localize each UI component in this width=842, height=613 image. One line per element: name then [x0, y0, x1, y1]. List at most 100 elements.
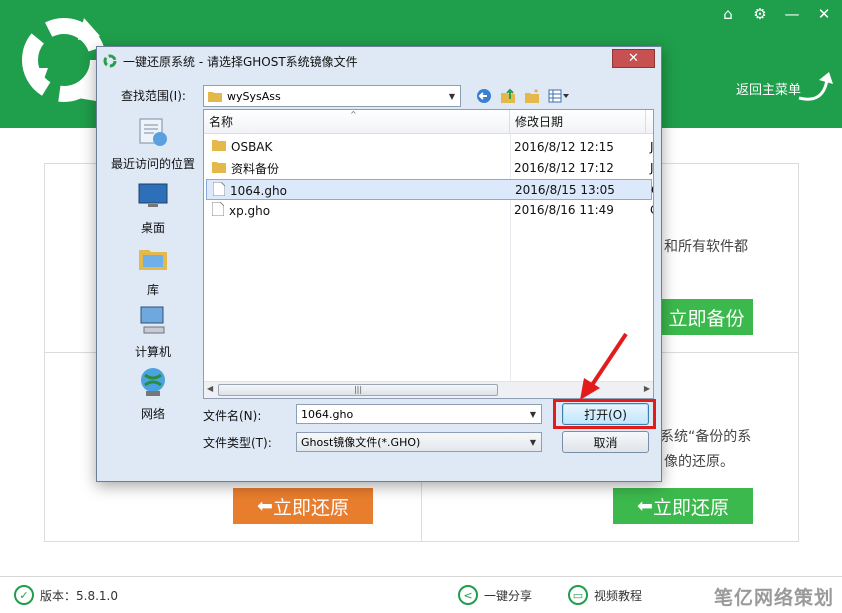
desktop-icon	[136, 179, 170, 219]
app-window: 一键 ⌂ ⚙ — ✕ 返回主菜单 和所有软件都 立即备份 系统“备份的系 像的还…	[0, 0, 842, 613]
sort-up-icon: ^	[350, 110, 357, 119]
home-icon: ⌂	[723, 5, 733, 23]
file-row[interactable]: 资料备份 2016/8/12 17:12 J	[206, 158, 654, 179]
dialog-close-button[interactable]: ✕	[612, 49, 655, 68]
new-folder-icon: *	[525, 88, 539, 103]
column-header-name[interactable]: 名称 ^	[204, 110, 510, 134]
place-network[interactable]: 网络	[105, 365, 201, 422]
column-date-label: 修改日期	[515, 115, 564, 129]
settings-button[interactable]: ⚙	[744, 0, 776, 28]
place-label: 桌面	[140, 221, 165, 235]
restore-now-button-left[interactable]: ⬅ 立即还原	[233, 488, 373, 524]
arrow-left-icon: ⬅	[637, 495, 653, 517]
network-icon	[136, 365, 170, 405]
back-label: 返回主菜单	[736, 82, 802, 98]
filename-input[interactable]: 1064.gho ▼	[296, 404, 542, 424]
file-type-truncated: G	[651, 183, 653, 197]
restore-label-right: 立即还原	[652, 496, 729, 519]
file-date: 2016/8/15 13:05	[515, 183, 615, 197]
new-folder-button[interactable]: *	[523, 87, 541, 105]
app-small-icon	[103, 54, 117, 68]
up-folder-icon	[501, 88, 515, 103]
filename-label: 文件名(N):	[203, 409, 262, 423]
file-name: OSBAK	[231, 139, 273, 154]
place-label: 库	[146, 283, 159, 297]
up-folder-button[interactable]	[499, 87, 517, 105]
restore-now-button-right[interactable]: ⬅ 立即还原	[613, 488, 753, 524]
filetype-value: Ghost镜像文件(*.GHO)	[301, 436, 421, 449]
backup-now-button[interactable]: 立即备份	[660, 299, 753, 335]
column-name-label: 名称	[209, 115, 234, 129]
place-label: 计算机	[134, 345, 171, 359]
file-date: 2016/8/16 11:49	[514, 203, 614, 217]
folder-icon	[212, 161, 226, 176]
file-type-truncated: G	[650, 203, 653, 217]
place-library[interactable]: 库	[105, 241, 201, 298]
file-icon	[211, 201, 225, 219]
arrow-left-icon: ⬅	[257, 495, 273, 517]
info-icon: ✓	[14, 585, 34, 605]
home-button[interactable]: ⌂	[712, 0, 744, 28]
filetype-dropdown[interactable]: Ghost镜像文件(*.GHO) ▼	[296, 432, 542, 452]
file-name: xp.gho	[229, 203, 271, 218]
place-label: 网络	[140, 407, 165, 421]
version-info: ✓ 版本：5.8.1.0	[14, 585, 118, 605]
file-date: 2016/8/12 12:15	[514, 140, 614, 154]
computer-icon	[136, 303, 170, 343]
back-arrow-icon	[798, 72, 834, 101]
scrollbar-thumb[interactable]: |||	[218, 384, 498, 396]
watermark: 笔亿网络策划	[713, 587, 834, 609]
minimize-icon: —	[784, 5, 800, 23]
folder-icon	[208, 92, 222, 102]
close-icon: ✕	[628, 51, 639, 66]
back-to-menu-button[interactable]: 返回主菜单	[736, 70, 837, 106]
file-type-truncated: J	[650, 161, 654, 175]
view-menu-button[interactable]	[547, 87, 571, 105]
back-arrow-icon	[477, 89, 491, 103]
folder-icon	[212, 139, 226, 154]
file-row[interactable]: 1064.gho 2016/8/15 13:05 G	[206, 179, 653, 200]
highlight-box	[553, 399, 656, 429]
place-label: 最近访问的位置	[110, 157, 195, 171]
share-label: 一键分享	[484, 588, 533, 603]
lookin-value: wySysAss	[227, 89, 281, 103]
place-recent-places[interactable]: 最近访问的位置	[105, 115, 201, 172]
backup-description: 和所有软件都	[664, 239, 748, 255]
chevron-down-icon: ▼	[448, 91, 456, 101]
dialog-title: 一键还原系统 - 请选择GHOST系统镜像文件	[123, 54, 358, 69]
minimize-button[interactable]: —	[776, 0, 808, 28]
file-row[interactable]: OSBAK 2016/8/12 12:15 J	[206, 137, 654, 158]
column-header-date[interactable]: 修改日期	[510, 110, 646, 134]
lookin-label: 查找范围(I):	[121, 89, 186, 103]
library-icon	[136, 241, 170, 281]
lookin-dropdown[interactable]: wySysAss ▼	[203, 85, 461, 107]
gear-icon: ⚙	[753, 5, 767, 23]
chevron-down-icon: ▼	[529, 437, 537, 447]
close-icon: ✕	[817, 5, 831, 23]
restore-description-line2: 像的还原。	[664, 454, 734, 470]
recent-places-icon	[136, 115, 170, 155]
footer: ✓ 版本：5.8.1.0 < 一键分享 ▭ 视频教程 笔亿网络策划	[0, 576, 842, 613]
file-date: 2016/8/12 17:12	[514, 161, 614, 175]
file-type-truncated: J	[650, 140, 654, 154]
scroll-right-icon: ▶	[643, 384, 650, 393]
video-icon: ▭	[568, 585, 588, 605]
view-icon	[548, 89, 569, 103]
video-tutorial-link[interactable]: ▭ 视频教程	[568, 585, 642, 605]
svg-text:*: *	[534, 88, 538, 97]
place-computer[interactable]: 计算机	[105, 303, 201, 360]
file-name: 1064.gho	[230, 183, 287, 198]
place-desktop[interactable]: 桌面	[105, 179, 201, 236]
filetype-label: 文件类型(T):	[203, 436, 272, 450]
version-text: 版本：5.8.1.0	[40, 588, 118, 603]
column-header-type[interactable]	[646, 110, 653, 134]
back-nav-button[interactable]	[475, 87, 493, 105]
cancel-button[interactable]: 取消	[562, 431, 649, 453]
filename-value: 1064.gho	[301, 407, 354, 421]
restore-description-line1: 系统“备份的系	[660, 429, 752, 445]
share-link[interactable]: < 一键分享	[458, 585, 532, 605]
close-app-button[interactable]: ✕	[808, 0, 840, 28]
file-row[interactable]: xp.gho 2016/8/16 11:49 G	[206, 200, 653, 221]
scroll-left-icon: ◀	[207, 384, 214, 393]
red-arrow-icon	[580, 332, 628, 400]
